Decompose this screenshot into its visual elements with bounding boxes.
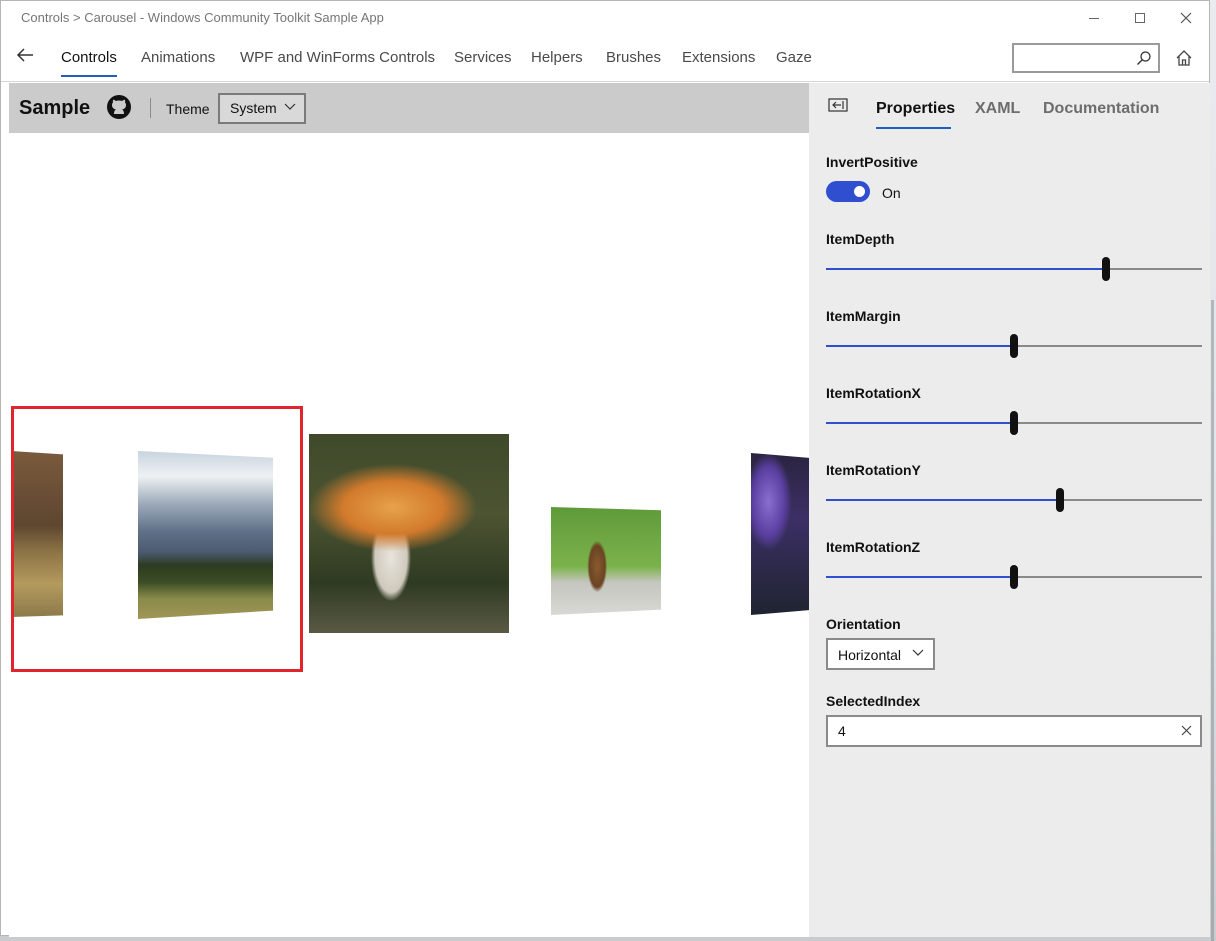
- sample-title: Sample: [19, 97, 91, 119]
- maximize-button[interactable]: [1117, 1, 1163, 35]
- toolbar-divider: [150, 98, 151, 118]
- nav-item-wpf-winforms[interactable]: WPF and WinForms Controls: [240, 49, 435, 66]
- nav-active-underline: [61, 75, 117, 77]
- tab-documentation[interactable]: Documentation: [1043, 100, 1159, 118]
- dock-panel-icon: [828, 98, 848, 112]
- window-title: Controls > Carousel - Windows Community …: [21, 10, 384, 25]
- close-icon: [1180, 12, 1192, 24]
- tab-active-underline: [876, 127, 951, 129]
- nav-item-services[interactable]: Services: [454, 49, 512, 66]
- theme-value: System: [230, 100, 277, 116]
- invert-positive-label: InvertPositive: [826, 154, 918, 170]
- minimize-button[interactable]: [1071, 1, 1117, 35]
- sample-area: Sample Theme System: [9, 83, 809, 937]
- slider-thumb[interactable]: [1010, 411, 1018, 435]
- selected-item-highlight: [11, 406, 303, 672]
- slider-thumb[interactable]: [1102, 257, 1111, 281]
- item-margin-slider[interactable]: [826, 334, 1202, 358]
- theme-dropdown[interactable]: System: [218, 93, 306, 124]
- maximize-icon: [1135, 13, 1145, 23]
- theme-label: Theme: [166, 101, 210, 117]
- slider-fill: [826, 576, 1014, 578]
- item-rotation-z-label: ItemRotationZ: [826, 539, 921, 555]
- app-window: Controls > Carousel - Windows Community …: [0, 0, 1210, 937]
- item-rotation-x-slider[interactable]: [826, 411, 1202, 435]
- slider-thumb[interactable]: [1010, 334, 1018, 358]
- slider-fill: [826, 345, 1014, 347]
- slider-fill: [826, 499, 1060, 501]
- home-button[interactable]: [1175, 49, 1193, 72]
- mushroom-photo[interactable]: [309, 434, 509, 633]
- nav-item-extensions[interactable]: Extensions: [682, 49, 755, 66]
- chevron-down-icon: [284, 103, 296, 110]
- collapse-panel-button[interactable]: [828, 98, 848, 117]
- chipmunk-photo[interactable]: [551, 507, 661, 615]
- orientation-dropdown[interactable]: Horizontal: [826, 638, 935, 670]
- item-rotation-y-slider[interactable]: [826, 488, 1202, 512]
- properties-panel: Properties XAML Documentation InvertPosi…: [809, 83, 1210, 937]
- slider-thumb[interactable]: [1055, 488, 1064, 512]
- background-tree: [1211, 300, 1214, 941]
- slider-thumb[interactable]: [1010, 565, 1018, 589]
- item-rotation-x-label: ItemRotationX: [826, 385, 921, 401]
- item-margin-label: ItemMargin: [826, 308, 901, 324]
- back-button[interactable]: [15, 47, 43, 69]
- back-arrow-icon: [16, 48, 33, 62]
- title-bar: Controls > Carousel - Windows Community …: [1, 1, 1209, 35]
- toggle-knob: [854, 186, 865, 197]
- item-depth-label: ItemDepth: [826, 231, 895, 247]
- selected-index-label: SelectedIndex: [826, 693, 921, 709]
- nav-bar: Controls Animations WPF and WinForms Con…: [1, 35, 1209, 82]
- github-icon: [107, 95, 131, 119]
- invert-positive-state: On: [882, 185, 901, 201]
- item-depth-slider[interactable]: [826, 257, 1202, 281]
- orientation-label: Orientation: [826, 616, 901, 632]
- tab-xaml[interactable]: XAML: [975, 100, 1020, 118]
- clear-icon[interactable]: [1181, 725, 1192, 736]
- nav-item-brushes[interactable]: Brushes: [606, 49, 661, 66]
- minimize-icon: [1089, 17, 1099, 19]
- selected-index-value: 4: [838, 723, 846, 739]
- close-button[interactable]: [1163, 1, 1209, 35]
- item-rotation-z-slider[interactable]: [826, 565, 1202, 589]
- selected-index-field[interactable]: 4: [826, 715, 1202, 747]
- orientation-value: Horizontal: [838, 647, 902, 663]
- invert-positive-toggle[interactable]: [826, 181, 870, 202]
- item-rotation-y-label: ItemRotationY: [826, 462, 921, 478]
- chevron-down-icon: [912, 649, 924, 656]
- search-icon[interactable]: [1136, 50, 1152, 66]
- purple-flowers-photo[interactable]: [751, 453, 809, 615]
- nav-item-gaze[interactable]: Gaze: [776, 49, 812, 66]
- nav-item-helpers[interactable]: Helpers: [531, 49, 583, 66]
- sample-toolbar: Sample Theme System: [9, 83, 809, 133]
- home-icon: [1176, 50, 1192, 66]
- slider-fill: [826, 422, 1014, 424]
- github-button[interactable]: [106, 94, 132, 125]
- slider-fill: [826, 268, 1107, 270]
- search-input[interactable]: [1012, 43, 1160, 73]
- nav-item-controls[interactable]: Controls: [61, 49, 117, 66]
- nav-item-animations[interactable]: Animations: [141, 49, 215, 66]
- tab-properties[interactable]: Properties: [876, 100, 955, 118]
